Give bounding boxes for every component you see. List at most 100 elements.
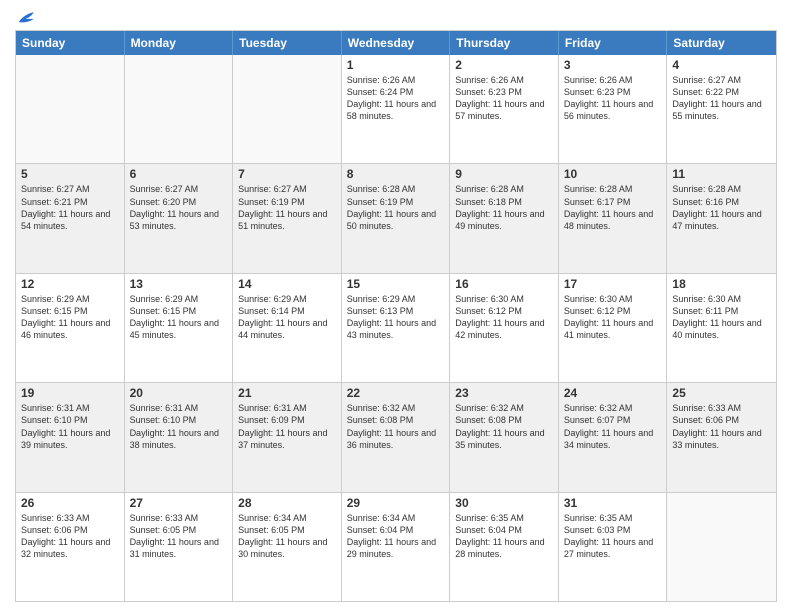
calendar-cell: 2 Sunrise: 6:26 AM Sunset: 6:23 PM Daylig…	[450, 55, 559, 163]
cell-info: Sunrise: 6:29 AM Sunset: 6:15 PM Dayligh…	[130, 293, 228, 342]
calendar-cell: 15 Sunrise: 6:29 AM Sunset: 6:13 PM Dayli…	[342, 274, 451, 382]
cell-info: Sunrise: 6:26 AM Sunset: 6:23 PM Dayligh…	[455, 74, 553, 123]
day-number: 2	[455, 58, 553, 72]
calendar-cell	[125, 55, 234, 163]
day-number: 19	[21, 386, 119, 400]
calendar-row: 19 Sunrise: 6:31 AM Sunset: 6:10 PM Dayli…	[16, 382, 776, 491]
cell-info: Sunrise: 6:31 AM Sunset: 6:10 PM Dayligh…	[130, 402, 228, 451]
cell-info: Sunrise: 6:27 AM Sunset: 6:22 PM Dayligh…	[672, 74, 771, 123]
calendar-cell: 4 Sunrise: 6:27 AM Sunset: 6:22 PM Daylig…	[667, 55, 776, 163]
cell-info: Sunrise: 6:28 AM Sunset: 6:17 PM Dayligh…	[564, 183, 662, 232]
day-number: 26	[21, 496, 119, 510]
day-number: 24	[564, 386, 662, 400]
logo-bird-icon	[17, 10, 37, 26]
calendar-cell: 13 Sunrise: 6:29 AM Sunset: 6:15 PM Dayli…	[125, 274, 234, 382]
day-number: 14	[238, 277, 336, 291]
cell-info: Sunrise: 6:32 AM Sunset: 6:07 PM Dayligh…	[564, 402, 662, 451]
day-number: 9	[455, 167, 553, 181]
calendar-body: 1 Sunrise: 6:26 AM Sunset: 6:24 PM Daylig…	[16, 55, 776, 601]
day-number: 17	[564, 277, 662, 291]
cell-info: Sunrise: 6:27 AM Sunset: 6:20 PM Dayligh…	[130, 183, 228, 232]
calendar-header-day: Thursday	[450, 31, 559, 55]
day-number: 25	[672, 386, 771, 400]
calendar-cell: 21 Sunrise: 6:31 AM Sunset: 6:09 PM Dayli…	[233, 383, 342, 491]
logo	[15, 10, 37, 22]
cell-info: Sunrise: 6:33 AM Sunset: 6:05 PM Dayligh…	[130, 512, 228, 561]
logo-text	[15, 10, 37, 26]
cell-info: Sunrise: 6:31 AM Sunset: 6:09 PM Dayligh…	[238, 402, 336, 451]
day-number: 30	[455, 496, 553, 510]
calendar-row: 1 Sunrise: 6:26 AM Sunset: 6:24 PM Daylig…	[16, 55, 776, 163]
calendar-cell	[233, 55, 342, 163]
calendar-cell: 29Sunrise: 6:34 AM Sunset: 6:04 PM Dayli…	[342, 493, 451, 601]
cell-info: Sunrise: 6:34 AM Sunset: 6:05 PM Dayligh…	[238, 512, 336, 561]
cell-info: Sunrise: 6:29 AM Sunset: 6:15 PM Dayligh…	[21, 293, 119, 342]
cell-info: Sunrise: 6:31 AM Sunset: 6:10 PM Dayligh…	[21, 402, 119, 451]
cell-info: Sunrise: 6:32 AM Sunset: 6:08 PM Dayligh…	[455, 402, 553, 451]
calendar-cell: 24 Sunrise: 6:32 AM Sunset: 6:07 PM Dayli…	[559, 383, 668, 491]
cell-info: Sunrise: 6:26 AM Sunset: 6:24 PM Dayligh…	[347, 74, 445, 123]
calendar-cell: 9 Sunrise: 6:28 AM Sunset: 6:18 PM Daylig…	[450, 164, 559, 272]
calendar-cell	[16, 55, 125, 163]
day-number: 7	[238, 167, 336, 181]
cell-info: Sunrise: 6:28 AM Sunset: 6:16 PM Dayligh…	[672, 183, 771, 232]
day-number: 18	[672, 277, 771, 291]
cell-info: Sunrise: 6:33 AM Sunset: 6:06 PM Dayligh…	[672, 402, 771, 451]
calendar-cell: 7Sunrise: 6:27 AM Sunset: 6:19 PM Daylig…	[233, 164, 342, 272]
cell-info: Sunrise: 6:28 AM Sunset: 6:18 PM Dayligh…	[455, 183, 553, 232]
calendar-cell	[667, 493, 776, 601]
header	[15, 10, 777, 22]
day-number: 3	[564, 58, 662, 72]
calendar-cell: 27 Sunrise: 6:33 AM Sunset: 6:05 PM Dayli…	[125, 493, 234, 601]
cell-info: Sunrise: 6:29 AM Sunset: 6:13 PM Dayligh…	[347, 293, 445, 342]
day-number: 8	[347, 167, 445, 181]
calendar-cell: 14 Sunrise: 6:29 AM Sunset: 6:14 PM Dayli…	[233, 274, 342, 382]
cell-info: Sunrise: 6:32 AM Sunset: 6:08 PM Dayligh…	[347, 402, 445, 451]
calendar-header-day: Wednesday	[342, 31, 451, 55]
calendar-header-day: Monday	[125, 31, 234, 55]
calendar-cell: 11 Sunrise: 6:28 AM Sunset: 6:16 PM Dayli…	[667, 164, 776, 272]
cell-info: Sunrise: 6:34 AM Sunset: 6:04 PM Dayligh…	[347, 512, 445, 561]
calendar-cell: 23 Sunrise: 6:32 AM Sunset: 6:08 PM Dayli…	[450, 383, 559, 491]
day-number: 13	[130, 277, 228, 291]
calendar-cell: 30 Sunrise: 6:35 AM Sunset: 6:04 PM Dayli…	[450, 493, 559, 601]
day-number: 5	[21, 167, 119, 181]
day-number: 4	[672, 58, 771, 72]
calendar-cell: 20 Sunrise: 6:31 AM Sunset: 6:10 PM Dayli…	[125, 383, 234, 491]
calendar-cell: 5Sunrise: 6:27 AM Sunset: 6:21 PM Daylig…	[16, 164, 125, 272]
calendar-cell: 12 Sunrise: 6:29 AM Sunset: 6:15 PM Dayli…	[16, 274, 125, 382]
day-number: 22	[347, 386, 445, 400]
cell-info: Sunrise: 6:33 AM Sunset: 6:06 PM Dayligh…	[21, 512, 119, 561]
day-number: 10	[564, 167, 662, 181]
day-number: 31	[564, 496, 662, 510]
cell-info: Sunrise: 6:30 AM Sunset: 6:11 PM Dayligh…	[672, 293, 771, 342]
day-number: 11	[672, 167, 771, 181]
day-number: 16	[455, 277, 553, 291]
calendar-cell: 6Sunrise: 6:27 AM Sunset: 6:20 PM Daylig…	[125, 164, 234, 272]
calendar-row: 12 Sunrise: 6:29 AM Sunset: 6:15 PM Dayli…	[16, 273, 776, 382]
cell-info: Sunrise: 6:35 AM Sunset: 6:04 PM Dayligh…	[455, 512, 553, 561]
calendar-cell: 31 Sunrise: 6:35 AM Sunset: 6:03 PM Dayli…	[559, 493, 668, 601]
calendar-header-day: Sunday	[16, 31, 125, 55]
day-number: 23	[455, 386, 553, 400]
cell-info: Sunrise: 6:28 AM Sunset: 6:19 PM Dayligh…	[347, 183, 445, 232]
calendar-cell: 8 Sunrise: 6:28 AM Sunset: 6:19 PM Daylig…	[342, 164, 451, 272]
calendar-cell: 28Sunrise: 6:34 AM Sunset: 6:05 PM Dayli…	[233, 493, 342, 601]
day-number: 27	[130, 496, 228, 510]
page: SundayMondayTuesdayWednesdayThursdayFrid…	[0, 0, 792, 612]
calendar-cell: 18 Sunrise: 6:30 AM Sunset: 6:11 PM Dayli…	[667, 274, 776, 382]
day-number: 12	[21, 277, 119, 291]
cell-info: Sunrise: 6:29 AM Sunset: 6:14 PM Dayligh…	[238, 293, 336, 342]
calendar: SundayMondayTuesdayWednesdayThursdayFrid…	[15, 30, 777, 602]
cell-info: Sunrise: 6:30 AM Sunset: 6:12 PM Dayligh…	[455, 293, 553, 342]
cell-info: Sunrise: 6:35 AM Sunset: 6:03 PM Dayligh…	[564, 512, 662, 561]
day-number: 21	[238, 386, 336, 400]
calendar-header-day: Tuesday	[233, 31, 342, 55]
calendar-cell: 17 Sunrise: 6:30 AM Sunset: 6:12 PM Dayli…	[559, 274, 668, 382]
day-number: 20	[130, 386, 228, 400]
day-number: 15	[347, 277, 445, 291]
cell-info: Sunrise: 6:30 AM Sunset: 6:12 PM Dayligh…	[564, 293, 662, 342]
day-number: 1	[347, 58, 445, 72]
calendar-cell: 16 Sunrise: 6:30 AM Sunset: 6:12 PM Dayli…	[450, 274, 559, 382]
calendar-header: SundayMondayTuesdayWednesdayThursdayFrid…	[16, 31, 776, 55]
